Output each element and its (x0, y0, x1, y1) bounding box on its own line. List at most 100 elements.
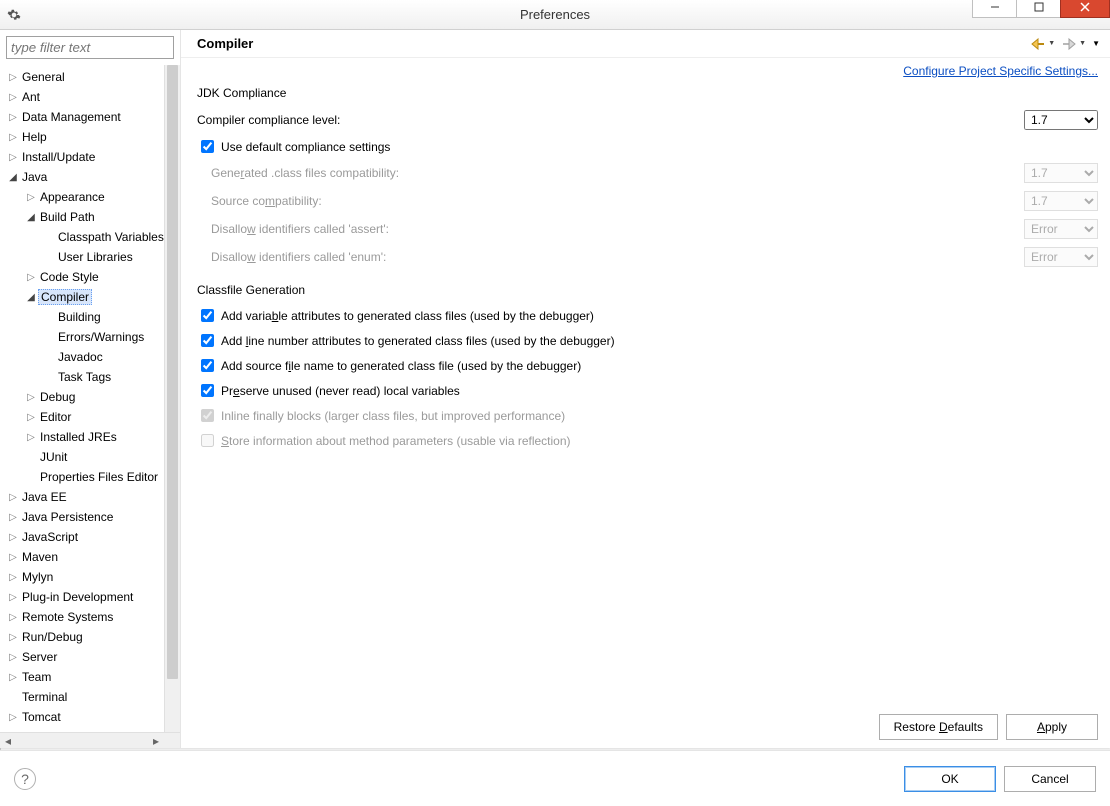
tree-horizontal-scrollbar[interactable]: ◂ ▸ (0, 732, 180, 748)
twisty-closed-icon[interactable]: ▷ (6, 632, 20, 643)
tree-vertical-scrollbar[interactable] (164, 65, 180, 732)
tree-item-classpath-variables[interactable]: Classpath Variables (0, 227, 180, 247)
tree-item-java-persistence[interactable]: ▷Java Persistence (0, 507, 180, 527)
tree-item-build-path[interactable]: ◢Build Path (0, 207, 180, 227)
preference-tree[interactable]: ▷General▷Ant▷Data Management▷Help▷Instal… (0, 65, 180, 748)
twisty-closed-icon[interactable]: ▷ (6, 92, 20, 103)
tree-item-label: Team (20, 670, 51, 684)
twisty-open-icon[interactable]: ◢ (24, 292, 38, 303)
forward-button[interactable]: ▼ (1061, 37, 1086, 51)
chevron-down-icon: ▼ (1048, 40, 1055, 47)
back-button[interactable]: ▼ (1030, 37, 1055, 51)
restore-defaults-button[interactable]: Restore Defaults (879, 714, 998, 740)
preserve-unused-checkbox[interactable] (201, 384, 214, 397)
add-line-number-checkbox[interactable] (201, 334, 214, 347)
tree-item-code-style[interactable]: ▷Code Style (0, 267, 180, 287)
tree-item-junit[interactable]: JUnit (0, 447, 180, 467)
tree-item-label: Code Style (38, 270, 99, 284)
tree-item-java-ee[interactable]: ▷Java EE (0, 487, 180, 507)
tree-item-ant[interactable]: ▷Ant (0, 87, 180, 107)
store-method-params-checkbox (201, 434, 214, 447)
tree-item-label: Java EE (20, 490, 67, 504)
tree-item-help[interactable]: ▷Help (0, 127, 180, 147)
twisty-closed-icon[interactable]: ▷ (24, 432, 38, 443)
help-icon[interactable]: ? (14, 768, 36, 790)
tree-item-data-management[interactable]: ▷Data Management (0, 107, 180, 127)
tree-item-building[interactable]: Building (0, 307, 180, 327)
scroll-left-icon[interactable]: ◂ (0, 733, 16, 748)
scroll-right-icon[interactable]: ▸ (148, 733, 164, 748)
twisty-closed-icon[interactable]: ▷ (6, 672, 20, 683)
tree-item-compiler[interactable]: ◢Compiler (0, 287, 180, 307)
tree-item-javascript[interactable]: ▷JavaScript (0, 527, 180, 547)
twisty-closed-icon[interactable]: ▷ (6, 132, 20, 143)
twisty-closed-icon[interactable]: ▷ (6, 652, 20, 663)
tree-item-server[interactable]: ▷Server (0, 647, 180, 667)
tree-item-run-debug[interactable]: ▷Run/Debug (0, 627, 180, 647)
scrollbar-thumb[interactable] (167, 65, 178, 679)
tree-item-label: Server (20, 650, 57, 664)
tree-item-appearance[interactable]: ▷Appearance (0, 187, 180, 207)
tree-item-plug-in-development[interactable]: ▷Plug-in Development (0, 587, 180, 607)
tree-item-mylyn[interactable]: ▷Mylyn (0, 567, 180, 587)
twisty-closed-icon[interactable]: ▷ (6, 72, 20, 83)
twisty-closed-icon[interactable]: ▷ (24, 192, 38, 203)
tree-item-remote-systems[interactable]: ▷Remote Systems (0, 607, 180, 627)
add-variable-attributes-checkbox[interactable] (201, 309, 214, 322)
add-line-number-label: Add line number attributes to generated … (221, 334, 615, 348)
twisty-closed-icon[interactable]: ▷ (24, 272, 38, 283)
twisty-closed-icon[interactable]: ▷ (6, 512, 20, 523)
twisty-closed-icon[interactable]: ▷ (6, 572, 20, 583)
tree-item-label: Install/Update (20, 150, 95, 164)
tree-item-debug[interactable]: ▷Debug (0, 387, 180, 407)
cancel-button[interactable]: Cancel (1004, 766, 1096, 792)
tree-item-label: JavaScript (20, 530, 78, 544)
twisty-closed-icon[interactable]: ▷ (6, 152, 20, 163)
tree-item-maven[interactable]: ▷Maven (0, 547, 180, 567)
view-menu-icon[interactable]: ▼ (1092, 39, 1100, 48)
twisty-closed-icon[interactable]: ▷ (6, 592, 20, 603)
use-default-checkbox[interactable] (201, 140, 214, 153)
tree-item-task-tags[interactable]: Task Tags (0, 367, 180, 387)
tree-item-label: Ant (20, 90, 40, 104)
apply-button[interactable]: Apply (1006, 714, 1098, 740)
twisty-closed-icon[interactable]: ▷ (6, 552, 20, 563)
tree-item-installed-jres[interactable]: ▷Installed JREs (0, 427, 180, 447)
twisty-closed-icon[interactable]: ▷ (6, 612, 20, 623)
minimize-button[interactable] (972, 0, 1017, 18)
tree-item-label: Appearance (38, 190, 105, 204)
tree-item-javadoc[interactable]: Javadoc (0, 347, 180, 367)
tree-item-team[interactable]: ▷Team (0, 667, 180, 687)
compliance-level-select[interactable]: 1.7 (1024, 110, 1098, 130)
source-compat-select: 1.7 (1024, 191, 1098, 211)
tree-item-user-libraries[interactable]: User Libraries (0, 247, 180, 267)
tree-item-label: Remote Systems (20, 610, 113, 624)
twisty-closed-icon[interactable]: ▷ (6, 712, 20, 723)
tree-item-label: Classpath Variables (56, 230, 164, 244)
tree-item-errors-warnings[interactable]: Errors/Warnings (0, 327, 180, 347)
filter-input[interactable] (6, 36, 174, 59)
ok-button[interactable]: OK (904, 766, 996, 792)
store-method-params-label: Store information about method parameter… (221, 434, 571, 448)
twisty-closed-icon[interactable]: ▷ (6, 492, 20, 503)
twisty-closed-icon[interactable]: ▷ (24, 412, 38, 423)
enum-select: Error (1024, 247, 1098, 267)
tree-item-terminal[interactable]: Terminal (0, 687, 180, 707)
tree-item-editor[interactable]: ▷Editor (0, 407, 180, 427)
add-source-file-checkbox[interactable] (201, 359, 214, 372)
twisty-closed-icon[interactable]: ▷ (24, 392, 38, 403)
tree-item-java[interactable]: ◢Java (0, 167, 180, 187)
close-button[interactable] (1060, 0, 1110, 18)
tree-item-general[interactable]: ▷General (0, 67, 180, 87)
tree-item-tomcat[interactable]: ▷Tomcat (0, 707, 180, 727)
configure-project-link[interactable]: Configure Project Specific Settings... (903, 64, 1098, 78)
twisty-open-icon[interactable]: ◢ (6, 172, 20, 183)
tree-item-label: Compiler (38, 289, 92, 305)
twisty-open-icon[interactable]: ◢ (24, 212, 38, 223)
maximize-button[interactable] (1016, 0, 1061, 18)
tree-item-properties-files-editor[interactable]: Properties Files Editor (0, 467, 180, 487)
twisty-closed-icon[interactable]: ▷ (6, 532, 20, 543)
tree-item-install-update[interactable]: ▷Install/Update (0, 147, 180, 167)
tree-item-label: General (20, 70, 65, 84)
twisty-closed-icon[interactable]: ▷ (6, 112, 20, 123)
